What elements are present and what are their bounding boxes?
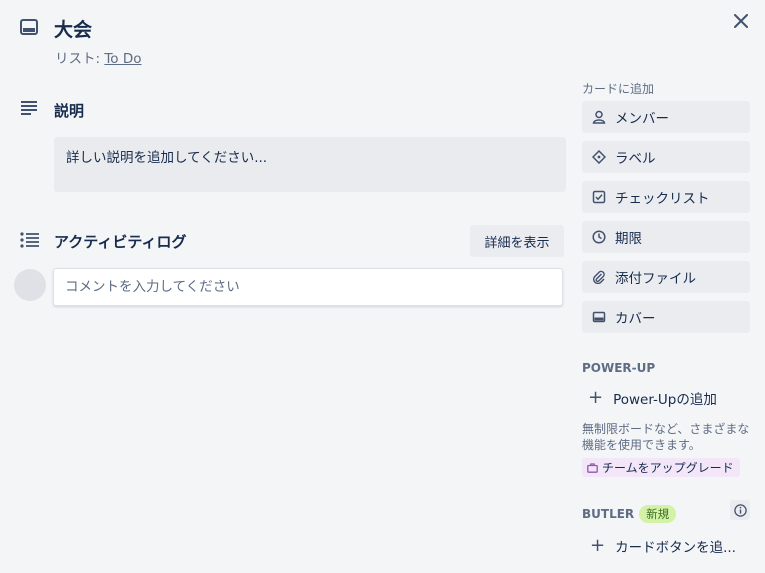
upgrade-team-label: チームをアップグレード <box>602 461 734 475</box>
plus-icon: + <box>588 387 604 408</box>
butler-info-button[interactable] <box>730 500 750 520</box>
add-card-button-label: カードボタンを追... <box>615 540 736 556</box>
due-date-label: 期限 <box>615 231 642 247</box>
info-icon <box>733 503 747 517</box>
checklist-button[interactable]: チェックリスト <box>582 181 750 213</box>
briefcase-icon <box>587 462 598 473</box>
checklist-icon <box>592 190 606 204</box>
comment-input[interactable] <box>53 268 563 306</box>
members-button[interactable]: メンバー <box>582 101 750 133</box>
new-badge: 新規 <box>639 505 677 523</box>
paperclip-icon <box>592 270 606 284</box>
activity-icon <box>20 232 40 248</box>
butler-title: BUTLER <box>582 507 635 521</box>
plus-icon: + <box>590 535 606 556</box>
close-icon <box>734 14 748 28</box>
butler-heading: BUTLER 新規 <box>582 505 677 523</box>
powerup-heading: POWER-UP <box>582 361 656 375</box>
labels-label: ラベル <box>615 151 656 167</box>
description-icon <box>20 100 38 116</box>
labels-button[interactable]: ラベル <box>582 141 750 173</box>
cover-button[interactable]: カバー <box>582 301 750 333</box>
card-icon <box>20 19 38 35</box>
attachment-label: 添付ファイル <box>615 271 696 287</box>
checklist-label: チェックリスト <box>615 191 710 207</box>
cover-icon <box>592 310 606 324</box>
clock-icon <box>592 230 606 244</box>
avatar <box>14 269 46 301</box>
due-date-button[interactable]: 期限 <box>582 221 750 253</box>
close-button[interactable] <box>730 10 752 32</box>
show-details-button[interactable]: 詳細を表示 <box>470 225 564 257</box>
add-to-card-heading: カードに追加 <box>582 82 655 96</box>
upgrade-team-button[interactable]: チームをアップグレード <box>582 458 740 477</box>
add-powerup-button[interactable]: + Power-Upの追加 <box>588 387 717 409</box>
list-link[interactable]: To Do <box>104 51 141 67</box>
add-card-button-button[interactable]: + カードボタンを追... <box>590 535 736 557</box>
members-label: メンバー <box>615 111 669 127</box>
description-editor[interactable]: 詳しい説明を追加してください... <box>54 137 566 192</box>
card-title[interactable]: 大会 <box>54 15 92 42</box>
description-heading: 説明 <box>54 102 85 120</box>
list-prefix: リスト: <box>55 51 105 67</box>
list-info: リスト: To Do <box>55 47 142 67</box>
attachment-button[interactable]: 添付ファイル <box>582 261 750 293</box>
add-powerup-label: Power-Upの追加 <box>613 392 717 408</box>
person-icon <box>592 110 606 124</box>
powerup-note: 無制限ボードなど、さまざまな機能を使用できます。 <box>582 422 750 452</box>
activity-heading: アクティビティログ <box>54 233 187 251</box>
cover-label: カバー <box>615 311 656 327</box>
label-icon <box>592 150 606 164</box>
